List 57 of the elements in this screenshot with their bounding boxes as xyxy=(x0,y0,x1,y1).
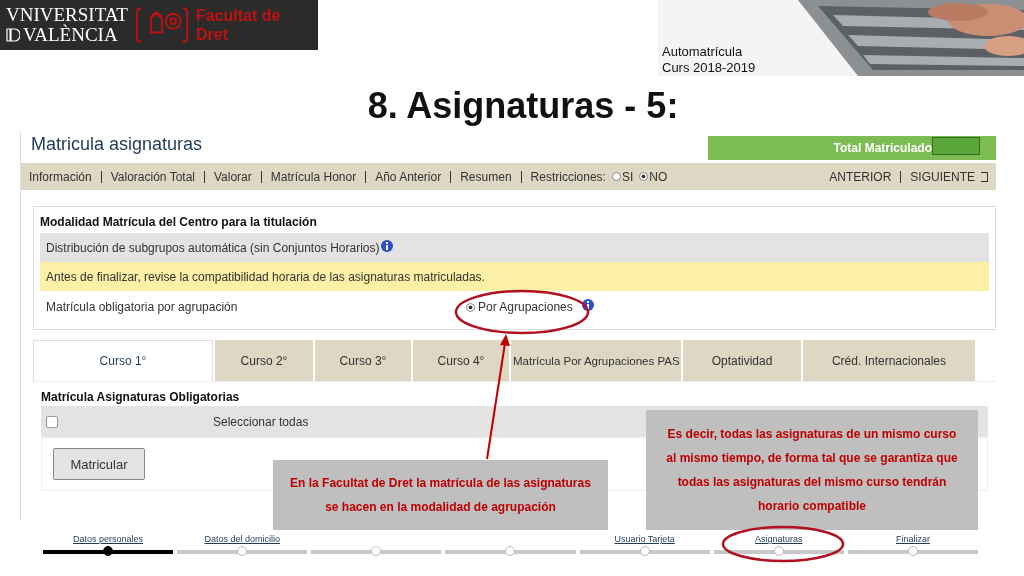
radio-label: NO xyxy=(649,169,668,184)
step-dot xyxy=(639,546,650,556)
monogram-icon xyxy=(6,28,20,42)
logo-text: VALÈNCIA xyxy=(23,25,118,45)
step-dot xyxy=(237,546,248,556)
emblem-icon xyxy=(134,4,190,46)
radio-label: SI xyxy=(621,169,634,184)
course-info: Curs 2018-2019 xyxy=(662,60,756,76)
logo-text: VNIVERSITAT xyxy=(6,5,128,25)
toolbar-link[interactable]: Información xyxy=(29,169,92,184)
section-title: Matrícula Asignaturas Obligatorias xyxy=(40,389,241,404)
toolbar-link[interactable]: Matrícula Honor xyxy=(270,169,357,184)
tab[interactable]: Curso 4° xyxy=(413,340,509,381)
step-link[interactable]: Asignaturas xyxy=(755,534,803,546)
tab[interactable]: Curso 3° xyxy=(315,340,411,381)
radio-button[interactable] xyxy=(466,302,475,312)
nav-link[interactable]: ANTERIOR xyxy=(829,169,892,184)
toolbar-link[interactable]: Valoración Total xyxy=(110,169,195,184)
warning-text: Antes de finalizar, revise la compatibilidad horaria de las asignaturas matriculadas. xyxy=(46,269,485,284)
option-label: Matrícula obligatoria por agrupación xyxy=(46,300,239,314)
step-link[interactable]: Datos del domicilio xyxy=(204,534,280,546)
course-info: Automatrícula xyxy=(662,44,744,60)
faculty-name: Dret xyxy=(196,25,229,44)
select-all-label: Seleccionar todas xyxy=(213,414,309,429)
step-link[interactable]: Usuario Tarjeta xyxy=(614,534,675,546)
radio-label: Por Agrupaciones xyxy=(478,300,573,314)
info-text: Distribución de subgrupos automática (sin Conjuntos Horarios) xyxy=(46,240,380,255)
total-label: Total Matriculado xyxy=(833,141,932,155)
total-value-field xyxy=(932,137,980,155)
tab[interactable]: Curso 1° xyxy=(33,340,213,381)
tab[interactable]: Matrícula Por Agrupaciones PAS xyxy=(511,340,681,381)
step-dot xyxy=(505,546,516,556)
step-dot xyxy=(907,546,918,556)
toolbar-link[interactable]: Valorar xyxy=(214,169,252,184)
panel-title: Modalidad Matrícula del Centro para la titulación xyxy=(40,214,318,231)
step-link[interactable]: Datos personales xyxy=(73,534,144,546)
tab[interactable]: Curso 2° xyxy=(215,340,313,381)
step-link[interactable]: Finalizar xyxy=(895,534,930,546)
radio-button[interactable] xyxy=(639,172,649,181)
step-dot xyxy=(371,546,382,556)
tab[interactable]: Créd. Internacionales xyxy=(803,340,975,381)
info-icon[interactable] xyxy=(380,239,393,252)
info-icon[interactable] xyxy=(581,299,594,311)
restrictions-label: Restricciones: xyxy=(530,169,606,184)
nav-link[interactable]: SIGUIENTE xyxy=(910,169,975,184)
step-dot xyxy=(773,546,784,556)
callout-text: En la Facultat de Dret la matrícula de las asignaturas se hacen en la modalidad de agrupación xyxy=(289,475,592,516)
slide-title: 8. Asignaturas - 5: xyxy=(366,84,680,128)
callout-text: Es decir, todas las asignaturas de un mismo curso al mismo tiempo, de forma tal que se garantiza que todas las asignaturas del mismo curso tendrán horario compatible xyxy=(665,426,959,515)
checkbox[interactable] xyxy=(46,415,58,428)
radio-button[interactable] xyxy=(611,172,621,181)
toolbar-link[interactable]: Resumen xyxy=(460,169,512,184)
tab[interactable]: Optatividad xyxy=(683,340,801,381)
enroll-button[interactable]: Matricular xyxy=(53,448,145,480)
page-title: Matricula asignaturas xyxy=(30,133,203,155)
faculty-name: Facultat de xyxy=(196,6,281,25)
toolbar-link[interactable]: Año Anterior xyxy=(375,169,442,184)
